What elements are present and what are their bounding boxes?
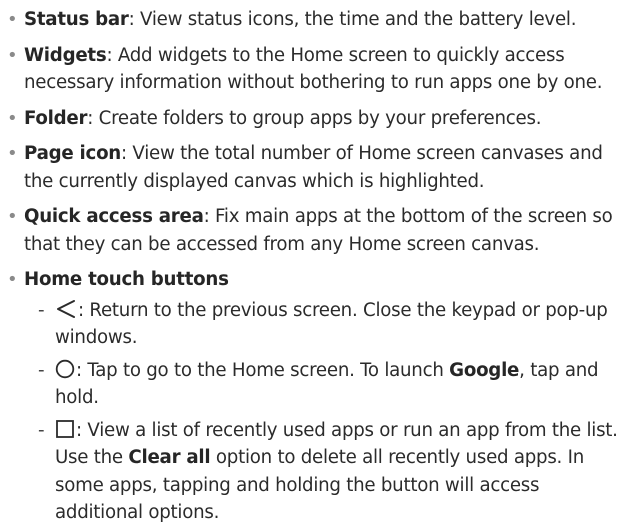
sub-item-recent: - : View a list of recently used apps or…: [0, 417, 626, 527]
bullet: •: [7, 44, 18, 66]
item-text: : View status icons, the time and the ba…: [128, 9, 577, 30]
item-title: Home touch buttons: [24, 269, 229, 290]
sub-item-text: : Tap to go to the Home screen. To launc…: [76, 359, 450, 381]
item-title: Widgets: [24, 44, 107, 66]
item-text: : Create folders to group apps by your p…: [87, 107, 542, 129]
home-circle-icon: [55, 359, 75, 379]
dash: -: [38, 359, 45, 381]
list-item-quick-access-area: • Quick access area: Fix main apps at th…: [0, 203, 626, 258]
back-triangle-icon: [55, 299, 77, 319]
list-item-page-icon: • Page icon: View the total number of Ho…: [0, 140, 626, 195]
dash: -: [38, 299, 45, 321]
document-body: • Status bar: View status icons, the tim…: [0, 0, 640, 527]
item-title: Status bar: [24, 9, 129, 30]
list-item-status-bar: • Status bar: View status icons, the tim…: [0, 6, 626, 34]
list-item-folder: • Folder: Create folders to group apps b…: [0, 105, 626, 133]
recent-square-icon: [55, 419, 75, 439]
sub-item-text: : Return to the previous screen. Close t…: [55, 299, 608, 349]
sub-item-back: - : Return to the previous screen. Close…: [0, 297, 626, 352]
item-title: Folder: [24, 107, 88, 129]
sub-item-home: - : Tap to go to the Home screen. To lau…: [0, 357, 626, 412]
item-text: : Add widgets to the Home screen to quic…: [24, 44, 603, 94]
bullet: •: [7, 9, 18, 30]
sub-item-bold: Clear all: [128, 447, 211, 468]
bullet: •: [7, 269, 18, 290]
list-item-widgets: • Widgets: Add widgets to the Home scree…: [0, 42, 626, 97]
item-title: Page icon: [24, 143, 122, 164]
bullet: •: [7, 143, 18, 164]
dash: -: [38, 419, 45, 441]
list-item-home-touch-buttons: • Home touch buttons: [0, 266, 626, 294]
bullet: •: [7, 107, 18, 129]
sub-item-bold: Google: [449, 359, 520, 381]
bullet: •: [7, 206, 18, 227]
item-title: Quick access area: [24, 206, 204, 227]
